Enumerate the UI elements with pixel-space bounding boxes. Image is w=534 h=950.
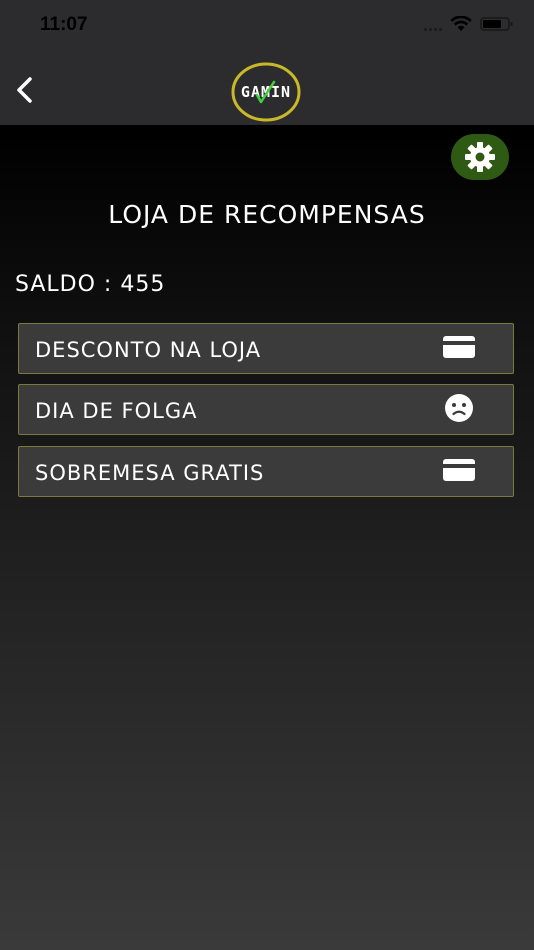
balance-label: SALDO : 455 — [15, 272, 166, 297]
status-bar: 11:07 — [0, 0, 534, 54]
credit-card-icon — [442, 334, 476, 360]
reward-item-dia-de-folga[interactable]: DIA DE FOLGA — [18, 384, 514, 435]
battery-icon — [480, 17, 513, 31]
reward-item-label: DESCONTO NA LOJA — [35, 338, 262, 362]
app-logo: GAMIN — [230, 62, 302, 122]
status-icons — [424, 16, 514, 32]
wifi-icon — [450, 16, 472, 31]
reward-item-sobremesa-gratis[interactable]: SOBREMESA GRATIS — [18, 446, 514, 497]
chevron-left-icon — [17, 77, 32, 103]
status-time: 11:07 — [40, 14, 88, 35]
cellular-signal-icon — [424, 17, 442, 31]
back-button[interactable] — [12, 74, 36, 106]
sad-face-icon — [442, 394, 476, 422]
page-title: LOJA DE RECOMPENSAS — [108, 200, 426, 229]
svg-text:GAMIN: GAMIN — [241, 83, 291, 101]
reward-item-desconto-na-loja[interactable]: DESCONTO NA LOJA — [18, 323, 514, 374]
settings-button[interactable] — [451, 134, 509, 180]
reward-item-label: SOBREMESA GRATIS — [35, 461, 265, 485]
gear-icon — [465, 142, 495, 172]
reward-item-label: DIA DE FOLGA — [35, 399, 198, 423]
navigation-bar: GAMIN — [0, 54, 534, 125]
credit-card-icon — [442, 457, 476, 483]
